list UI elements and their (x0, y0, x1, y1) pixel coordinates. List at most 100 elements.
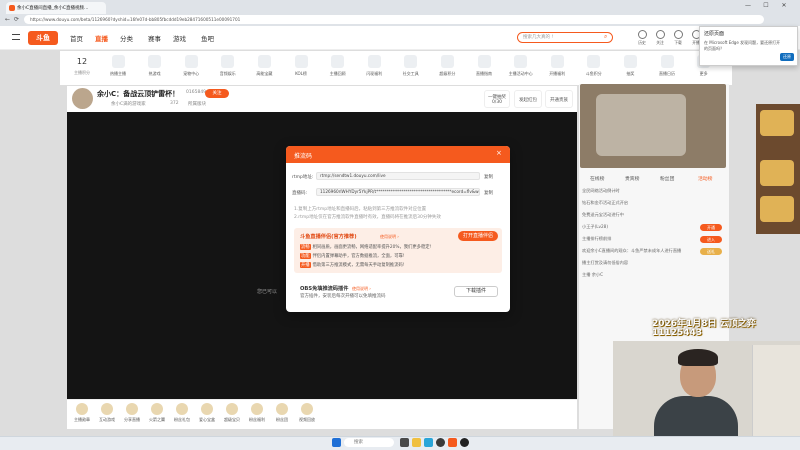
nav-home[interactable]: 首页 (70, 33, 83, 43)
streamer-name[interactable]: 余小C满的游戏家 (111, 101, 146, 107)
category-item[interactable]: 音频娱乐 (212, 55, 244, 77)
send-gift-button[interactable]: 送礼 (700, 248, 722, 255)
nav-games[interactable]: 游戏 (173, 33, 186, 43)
category-item[interactable]: 热播主播 (102, 55, 134, 77)
follow-list-button[interactable]: 关注 (652, 30, 668, 46)
category-icon (440, 55, 454, 68)
tip-2: 2.rtmp地址仅在官方推流软件直播时有效，直播码将在推流后30分钟失效 (294, 215, 441, 220)
rtmp-field[interactable]: rtmp://sendtw1.douyu.com/live (316, 172, 480, 180)
browser-tab[interactable]: 余小C直播间直播_余小C直播视频... (6, 2, 106, 14)
douyu-app-icon[interactable] (448, 438, 457, 447)
search-icon[interactable]: ⌕ (604, 33, 607, 41)
search-input[interactable]: 搜索几大真的 ! (517, 32, 613, 43)
avatar[interactable] (72, 88, 93, 109)
category-label: 音频娱乐 (219, 71, 236, 76)
modal-header (286, 146, 510, 163)
copy-key-button[interactable]: 复制 (484, 190, 493, 196)
tab-event-rank[interactable]: 活动榜 (698, 175, 712, 182)
tab-fan-club[interactable]: 粉丝团 (660, 175, 674, 182)
activity-banner-1[interactable] (760, 110, 794, 136)
restore-button[interactable]: 还原 (780, 53, 794, 61)
category-link[interactable]: 所属版块 (188, 101, 206, 107)
nav-live[interactable]: 直播 (95, 33, 108, 43)
gift-item[interactable]: 分享直播 (120, 403, 144, 423)
lottery-box[interactable]: 一键抽奖 0/30 (484, 90, 510, 108)
category-item[interactable]: 开播福利 (541, 55, 573, 77)
category-item[interactable]: 斗鱼积分 (578, 55, 610, 77)
gift-item[interactable]: 互动游戏 (95, 403, 119, 423)
edge-icon[interactable] (424, 438, 433, 447)
tiktok-icon[interactable] (460, 438, 469, 447)
gift-item[interactable]: 主播勋章 (70, 403, 94, 423)
enter-button[interactable]: 进入 (700, 236, 722, 243)
category-item[interactable]: 超级积分 (431, 55, 463, 77)
douyu-logo[interactable]: 斗鱼 (28, 31, 58, 45)
taskbar-search[interactable]: 搜索 (344, 438, 394, 447)
tab-vip-rank[interactable]: 贵宾榜 (625, 175, 639, 182)
back-icon[interactable]: ← (5, 15, 10, 24)
file-explorer-icon[interactable] (412, 438, 421, 447)
open-companion-button[interactable]: 打开直播伴侣 (458, 231, 498, 241)
nav-category[interactable]: 分类 (120, 33, 133, 43)
windows-start-icon[interactable] (332, 438, 341, 447)
promo-help-link[interactable]: 使用说明 › (380, 234, 399, 240)
refresh-icon[interactable]: ⟳ (14, 15, 19, 24)
stream-key-field[interactable]: 1126960rlWHYDyr5YkjPR/t*****************… (316, 188, 480, 196)
category-item[interactable]: 直播指南 (468, 55, 500, 77)
gift-item[interactable]: 粉丝礼包 (170, 403, 194, 423)
history-button[interactable]: 历史 (634, 30, 650, 46)
category-item[interactable]: 热游戏 (139, 55, 171, 77)
obs-app-icon[interactable] (436, 438, 445, 447)
category-item[interactable]: KOL榜 (285, 55, 317, 77)
gift-item[interactable]: 超级宝贝 (220, 403, 244, 423)
gift-item[interactable]: 爱心宝盒 (195, 403, 219, 423)
tab-title: 余小C直播间直播_余小C直播视频... (17, 6, 89, 11)
close-window-button[interactable]: ✕ (776, 1, 792, 11)
address-bar[interactable]: https://www.douyu.com/beta/1126960?dyshi… (24, 15, 764, 24)
obs-help-link[interactable]: 使用说明 › (352, 286, 371, 292)
open-button[interactable]: 开通 (700, 224, 722, 231)
maximize-button[interactable]: ☐ (758, 1, 774, 11)
category-icon (623, 55, 637, 68)
gift-icon (301, 403, 313, 415)
red-packet-button[interactable]: 发起红包 (514, 90, 542, 108)
tab-online-rank[interactable]: 在线榜 (590, 175, 604, 182)
category-label: 超级积分 (439, 71, 456, 76)
promo-text: 相同画质，画面更流畅，网络适配率提升20%，我们更多稳定! (312, 245, 432, 250)
category-item[interactable]: 社交工具 (395, 55, 427, 77)
menu-icon[interactable] (12, 34, 20, 40)
activity-banner-3[interactable] (760, 196, 794, 222)
preview-image (596, 94, 686, 156)
category-icon (587, 55, 601, 68)
copy-rtmp-button[interactable]: 复制 (484, 174, 493, 180)
category-item[interactable]: 主播活动中心 (505, 55, 537, 77)
close-icon[interactable]: × (496, 149, 502, 157)
gift-item[interactable]: 粉丝福利 (245, 403, 269, 423)
chat-line: 免费送元宝活动进行中 (582, 212, 624, 217)
vip-button[interactable]: 开通贵族 (545, 90, 573, 108)
category-item[interactable]: 主播回顾 (322, 55, 354, 77)
activity-banner-2[interactable] (760, 160, 794, 186)
minimize-button[interactable]: — (740, 1, 756, 11)
gift-item[interactable]: 粉丝团 (270, 403, 294, 423)
overlay-id: 11125443 (652, 328, 703, 338)
category-item[interactable]: 闪现福利 (358, 55, 390, 77)
category-item[interactable]: 抽奖 (614, 55, 646, 77)
category-icon (514, 55, 528, 68)
category-item[interactable]: 宠物中心 (175, 55, 207, 77)
gift-item[interactable]: 火箭之翼 (145, 403, 169, 423)
nav-fishbar[interactable]: 鱼吧 (201, 33, 214, 43)
category-item[interactable]: 直播日历 (651, 55, 683, 77)
category-item[interactable]: 高能宝藏 (248, 55, 280, 77)
nav-events[interactable]: 赛事 (148, 33, 161, 43)
follow-button[interactable]: 关注 (205, 89, 229, 98)
task-view-icon[interactable] (400, 438, 409, 447)
promo-tag: 开播 (300, 262, 311, 268)
download-plugin-button[interactable]: 下载插件 (454, 286, 498, 297)
category-icon (111, 55, 125, 68)
promo-tag: 流畅 (300, 244, 311, 250)
gift-icon (76, 403, 88, 415)
obs-desc: 官方插件，安装后每次开播可以免填推流码 (300, 294, 386, 299)
gift-item[interactable]: 视频回放 (295, 403, 319, 423)
download-button[interactable]: 下载 (670, 30, 686, 46)
